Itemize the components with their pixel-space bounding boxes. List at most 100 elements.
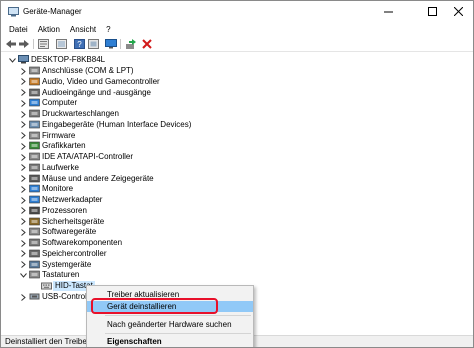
expand-icon[interactable] (20, 163, 27, 173)
expand-icon[interactable] (20, 174, 27, 184)
device-category-icon (29, 152, 40, 161)
tree-root[interactable]: DESKTOP-F8KB84L (1, 55, 201, 65)
tree-item[interactable]: Tastaturen (1, 270, 261, 280)
tree-item-label: Audio, Video und Gamecontroller (42, 76, 160, 86)
tree-item[interactable]: Prozessoren (1, 206, 261, 216)
device-category-icon (29, 141, 40, 150)
tree-item-label: Laufwerke (42, 162, 79, 172)
expand-icon[interactable] (20, 184, 27, 194)
tree-item[interactable]: Softwarekomponenten (1, 238, 261, 248)
device-category-icon (29, 217, 40, 225)
device-category-icon (29, 260, 40, 268)
tree-item[interactable]: Laufwerke (1, 163, 261, 173)
expand-icon[interactable] (20, 120, 27, 130)
tree-item-label: Grafikkarten (42, 141, 86, 151)
collapse-icon[interactable] (9, 55, 16, 65)
tree-item[interactable]: Softwaregeräte (1, 227, 261, 237)
device-category-icon (29, 98, 40, 107)
device-category-icon (29, 66, 40, 75)
forward-icon (19, 40, 29, 48)
back-button[interactable] (5, 38, 17, 50)
tree-item[interactable]: Audioeingänge und -ausgänge (1, 88, 261, 98)
device-category-icon (29, 238, 40, 247)
tree-item-label: Softwaregeräte (42, 227, 97, 237)
tree-item-label: Firmware (42, 130, 76, 140)
keyboard-icon (41, 282, 52, 290)
toolbar-separator (33, 39, 34, 49)
tree-item[interactable]: Mäuse und andere Zeigegeräte (1, 174, 261, 184)
menu-datei[interactable]: Datei (6, 25, 31, 34)
expand-icon[interactable] (20, 141, 27, 151)
expand-icon[interactable] (20, 292, 27, 302)
properties-button[interactable] (37, 38, 49, 50)
tree-item[interactable]: Speichercontroller (1, 249, 261, 259)
highlight-callout (91, 298, 218, 314)
expand-icon[interactable] (20, 77, 27, 87)
uninstall-button[interactable] (141, 38, 153, 50)
device-category-icon (29, 195, 40, 204)
expand-icon[interactable] (20, 152, 27, 162)
tree-item-label: Audioeingänge und -ausgänge (42, 87, 151, 97)
maximize-icon (427, 6, 437, 16)
expand-icon[interactable] (20, 98, 27, 108)
tree-item[interactable]: Computer (1, 98, 261, 108)
tree-item-label: IDE ATA/ATAPI-Controller (42, 152, 133, 161)
scan-hardware-button[interactable] (87, 38, 99, 50)
expand-icon[interactable] (20, 206, 27, 216)
tree-item[interactable]: Audio, Video und Gamecontroller (1, 77, 261, 87)
collapse-icon[interactable] (20, 270, 27, 280)
monitor-icon (105, 39, 117, 49)
expand-icon[interactable] (20, 109, 27, 119)
tree-item[interactable]: Eingabegeräte (Human Interface Devices) (1, 120, 261, 130)
title-bar[interactable]: Geräte-Manager (1, 1, 473, 23)
tree-item[interactable]: Sicherheitsgeräte (1, 217, 261, 227)
menu-item-scan-hardware[interactable]: Nach geänderter Hardware suchen (87, 319, 253, 330)
tree-item[interactable]: Monitore (1, 184, 261, 194)
show-hidden-button[interactable] (55, 38, 67, 50)
tree-item[interactable]: Grafikkarten (1, 141, 261, 151)
expand-icon[interactable] (20, 217, 27, 227)
menu-help[interactable]: ? (103, 25, 113, 34)
menu-item-properties[interactable]: Eigenschaften (87, 336, 253, 347)
expand-icon[interactable] (20, 66, 27, 76)
device-category-icon (29, 174, 40, 182)
tree-item-label: Anschlüsse (COM & LPT) (42, 66, 134, 75)
menu-aktion[interactable]: Aktion (35, 25, 63, 34)
expand-icon[interactable] (20, 88, 27, 98)
update-driver-icon (126, 38, 136, 49)
expand-icon[interactable] (20, 249, 27, 259)
back-icon (6, 40, 16, 48)
tree-item[interactable]: Firmware (1, 131, 261, 141)
tree-item[interactable]: Druckwarteschlangen (1, 109, 261, 119)
forward-button[interactable] (18, 38, 30, 50)
tree-item[interactable]: Anschlüsse (COM & LPT) (1, 66, 261, 76)
maximize-button[interactable] (421, 4, 443, 18)
device-category-icon (29, 77, 40, 86)
expand-icon[interactable] (20, 131, 27, 141)
tree-item-label: Systemgeräte (42, 259, 92, 269)
show-hidden-icon (55, 39, 67, 49)
update-driver-button[interactable] (125, 38, 137, 50)
device-category-icon (29, 131, 40, 139)
tree-item-label: Eingabegeräte (Human Interface Devices) (42, 119, 192, 129)
minimize-button[interactable] (377, 4, 399, 18)
expand-icon[interactable] (20, 195, 27, 205)
computer-icon (18, 55, 29, 64)
close-button[interactable] (447, 4, 469, 18)
expand-icon[interactable] (20, 238, 27, 248)
tree-item[interactable]: IDE ATA/ATAPI-Controller (1, 152, 261, 162)
monitor-button[interactable] (105, 38, 117, 50)
menu-ansicht[interactable]: Ansicht (67, 25, 99, 34)
help-button[interactable]: ? (73, 38, 85, 50)
tree-item-label: Tastaturen (42, 270, 80, 280)
toolbar-separator (120, 39, 121, 49)
toolbar: ? (1, 36, 473, 52)
tree-item[interactable]: Systemgeräte (1, 260, 261, 270)
help-icon: ? (73, 39, 85, 49)
device-manager-app-icon (8, 7, 19, 17)
expand-icon[interactable] (20, 260, 27, 270)
close-icon (453, 6, 463, 16)
expand-icon[interactable] (20, 227, 27, 237)
tree-item[interactable]: Netzwerkadapter (1, 195, 261, 205)
device-category-icon (29, 249, 40, 258)
